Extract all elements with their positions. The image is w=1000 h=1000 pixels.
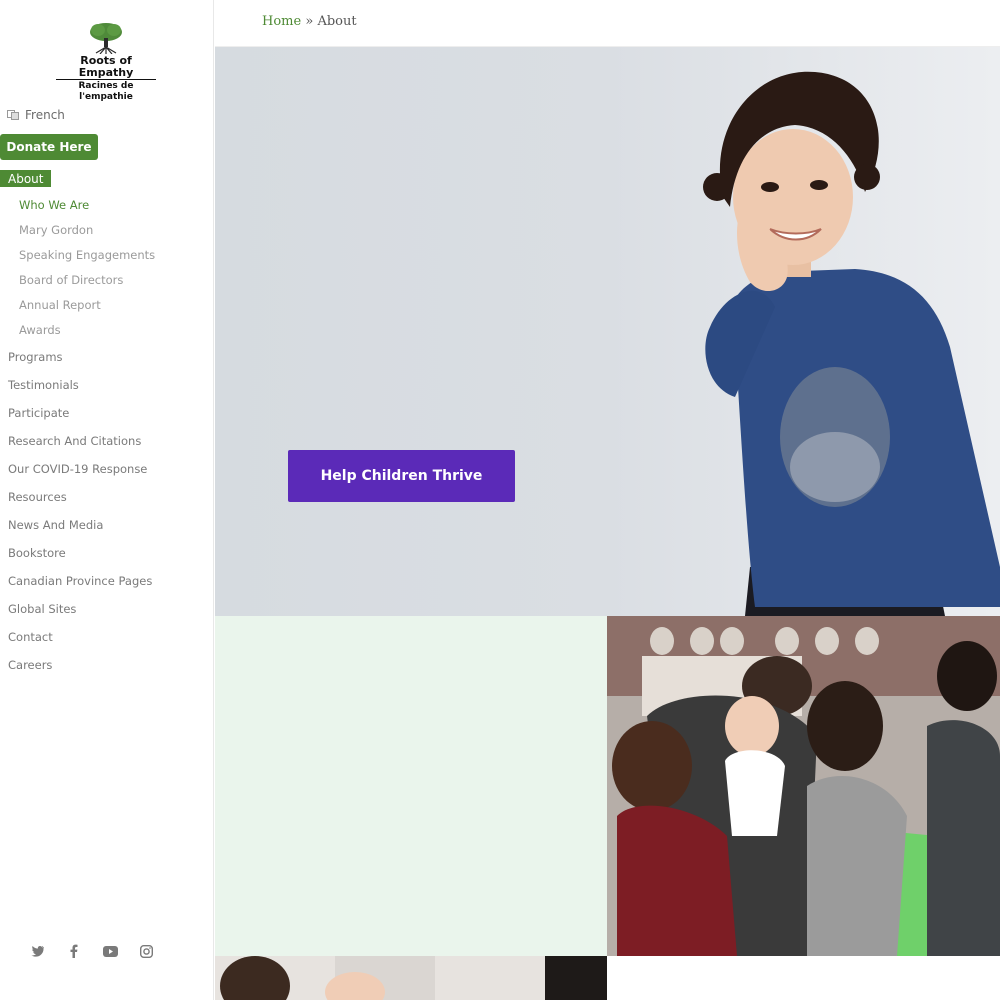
breadcrumb-bar: Home » About [215, 0, 1000, 47]
nav-item-contact[interactable]: Contact [8, 630, 53, 644]
nav-item-programs[interactable]: Programs [8, 350, 63, 364]
twitter-icon[interactable] [30, 943, 46, 959]
hero-image: Help Children Thrive [215, 47, 1000, 616]
nav-item-resources[interactable]: Resources [8, 490, 67, 504]
nav-item-news-media[interactable]: News And Media [8, 518, 103, 532]
instagram-icon[interactable] [138, 943, 154, 959]
help-children-thrive-button[interactable]: Help Children Thrive [288, 450, 515, 502]
language-switch[interactable]: French [7, 108, 65, 122]
nav-item-testimonials[interactable]: Testimonials [8, 378, 79, 392]
logo-name-en: Roots of Empathy [78, 54, 134, 79]
sidebar: Roots of Empathy Racines de l'empathie F… [0, 0, 214, 1000]
nav-item-research[interactable]: Research And Citations [8, 434, 141, 448]
classroom-photo [607, 616, 1000, 956]
nav-item-global-sites[interactable]: Global Sites [8, 602, 76, 616]
donate-button[interactable]: Donate Here [0, 134, 98, 160]
nav-sub-mary-gordon[interactable]: Mary Gordon [19, 223, 93, 237]
bottom-photo-illustration [215, 956, 607, 1000]
nav-sub-awards[interactable]: Awards [19, 323, 61, 337]
breadcrumb-home-link[interactable]: Home [262, 14, 301, 29]
breadcrumb-current: About [317, 14, 357, 29]
logo[interactable]: Roots of Empathy Racines de l'empathie [56, 22, 156, 102]
nav-item-covid-response[interactable]: Our COVID-19 Response [8, 462, 147, 476]
nav-sub-speaking-engagements[interactable]: Speaking Engagements [19, 248, 155, 262]
translate-icon [7, 110, 19, 120]
social-links [30, 943, 154, 959]
logo-name-fr: Racines de l'empathie [56, 79, 156, 103]
facebook-icon[interactable] [66, 943, 82, 959]
nav-item-bookstore[interactable]: Bookstore [8, 546, 66, 560]
breadcrumb-separator: » [305, 14, 314, 29]
breadcrumb: Home » About [262, 14, 357, 29]
nav-item-careers[interactable]: Careers [8, 658, 52, 672]
youtube-icon[interactable] [102, 943, 118, 959]
hero-child-photo [703, 71, 1000, 616]
classroom-photo-illustration [607, 616, 1000, 956]
bottom-photo [215, 956, 607, 1000]
nav-sub-board-of-directors[interactable]: Board of Directors [19, 273, 123, 287]
nav-item-participate[interactable]: Participate [8, 406, 69, 420]
tree-logo-icon [90, 23, 122, 54]
content-panel [215, 616, 607, 956]
nav-item-province-pages[interactable]: Canadian Province Pages [8, 574, 152, 588]
language-label: French [25, 108, 65, 122]
nav-sub-who-we-are[interactable]: Who We Are [19, 198, 89, 212]
nav-item-about[interactable]: About [0, 170, 52, 187]
nav-sub-annual-report[interactable]: Annual Report [19, 298, 101, 312]
